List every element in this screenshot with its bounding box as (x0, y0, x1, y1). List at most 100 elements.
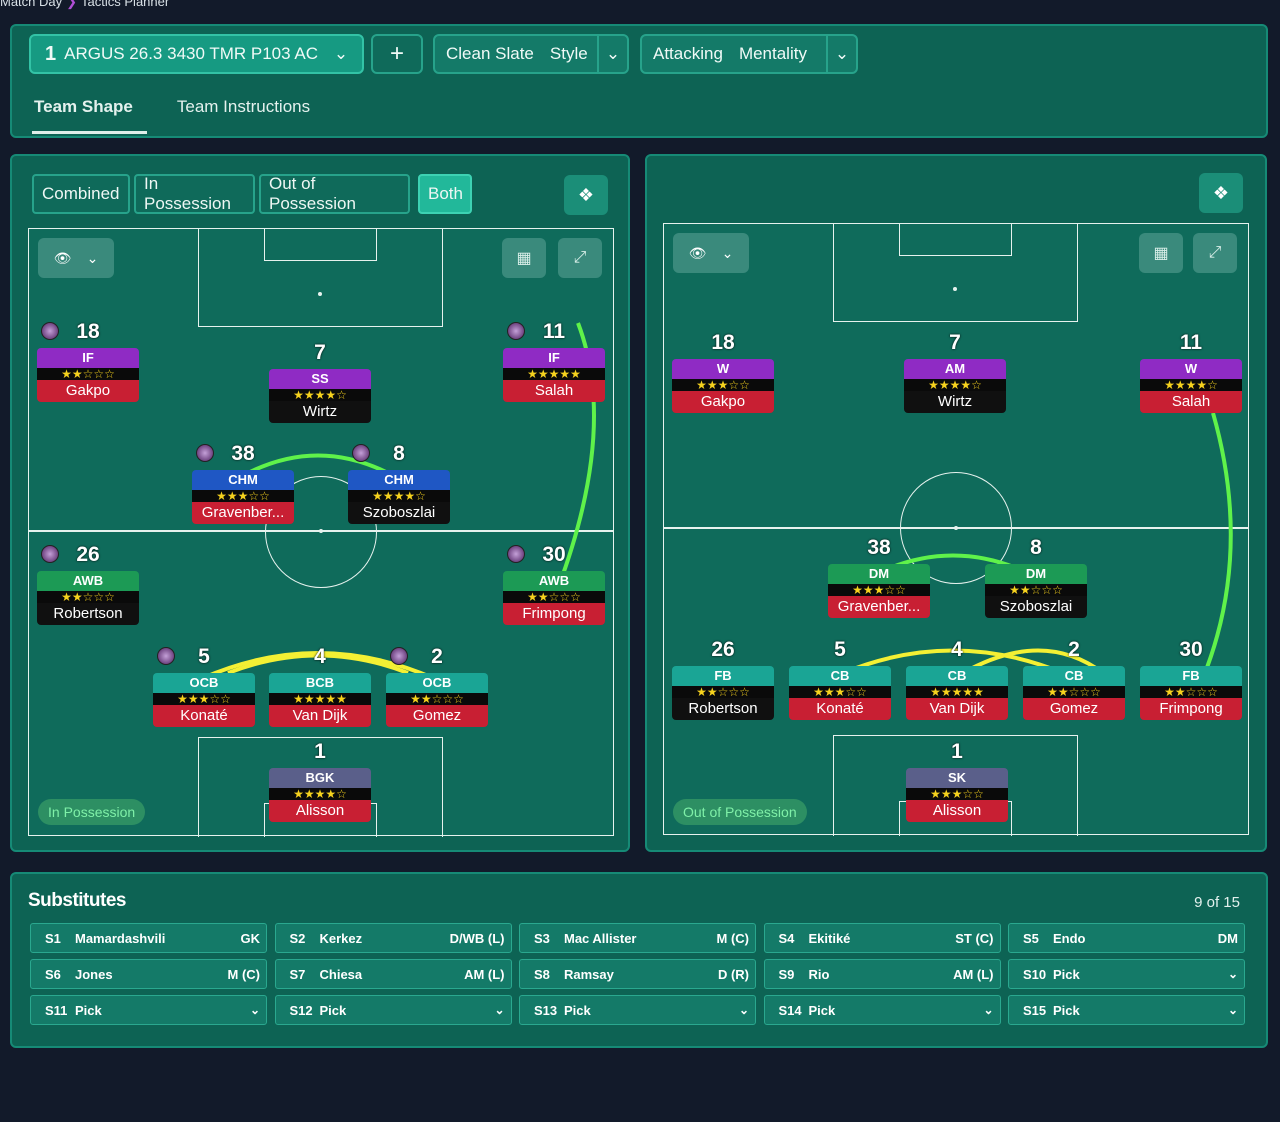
substitute-position: DM (1217, 930, 1238, 946)
substitute-slot[interactable]: S5 Endo DM (1008, 923, 1245, 953)
pick-placeholder: Pick (564, 1002, 591, 1018)
shirt-number: 5 (820, 634, 860, 664)
chevron-down-icon: ⌄ (721, 244, 734, 261)
player-card[interactable]: CB ★★★★★ Van Dijk (906, 666, 1008, 724)
eye-icon: 👁 (688, 244, 707, 261)
substitute-slot[interactable]: S12 Pick ⌄ (274, 995, 512, 1025)
substitute-slot[interactable]: S13 Pick ⌄ (519, 995, 756, 1025)
player-role: IF (37, 348, 139, 368)
chevron-down-icon: ⌄ (333, 44, 349, 63)
substitute-slot[interactable]: S10 Pick ⌄ (1008, 959, 1245, 989)
player-card[interactable]: AM ★★★★☆ Wirtz (904, 359, 1006, 417)
shirt-number: 5 (184, 641, 224, 671)
player-card[interactable]: DM ★★☆☆☆ Szoboszlai (985, 564, 1087, 622)
substitute-position: GK (240, 930, 261, 946)
substitute-slot[interactable]: S1 Mamardashvili GK (30, 923, 267, 953)
player-role: CB (789, 666, 891, 686)
substitute-position: AM (L) (464, 966, 505, 982)
substitute-slot[interactable]: S2 Kerkez D/WB (L) (274, 923, 512, 953)
shirt-number: 38 (859, 532, 899, 562)
pitch-in-possession: 👁 ⌄ ▦ ⤢ In Possession 18 IF ★★☆☆☆ Gakpo 7 SS ★★… (28, 228, 614, 837)
expand-icon[interactable]: ⤢ (558, 238, 602, 278)
shirt-number: 4 (300, 641, 340, 671)
tactic-select[interactable]: 1 ARGUS 26.3 3430 TMR P103 AC ⌄ (29, 34, 364, 74)
player-card[interactable]: FB ★★☆☆☆ Robertson (672, 666, 774, 724)
pick-placeholder: Pick (1053, 1002, 1080, 1018)
segment-in-possession[interactable]: In Possession (134, 174, 255, 214)
slot-number: S14 (778, 1002, 802, 1018)
player-card[interactable]: AWB ★★☆☆☆ Frimpong (503, 571, 605, 629)
substitute-position: ST (C) (955, 930, 994, 946)
slot-number: S9 (778, 966, 795, 982)
role-rating-stars: ★★☆☆☆ (386, 693, 488, 705)
style-select[interactable]: Clean Slate Style ⌄ (433, 34, 629, 74)
substitute-slot[interactable]: S15 Pick ⌄ (1008, 995, 1245, 1025)
tab-team-instructions[interactable]: Team Instructions (177, 92, 310, 134)
pitch-out-of-possession: 👁 ⌄ ▦ ⤢ Out of Possession 18 W ★★★☆☆ Gakpo 7 A… (663, 223, 1249, 836)
player-card[interactable]: W ★★★★☆ Salah (1140, 359, 1242, 417)
player-card[interactable]: CB ★★★☆☆ Konaté (789, 666, 891, 724)
shirt-number: 26 (68, 539, 108, 569)
add-tactic-button[interactable]: + (371, 34, 423, 74)
chevron-down-icon: ⌄ (826, 36, 856, 72)
expand-icon[interactable]: ⤢ (1193, 233, 1237, 273)
mentality-select[interactable]: Attacking Mentality ⌄ (640, 34, 858, 74)
substitute-position: AM (L) (953, 966, 994, 982)
player-role: CB (906, 666, 1008, 686)
substitute-name: Chiesa (319, 966, 363, 982)
eye-icon: 👁 (53, 249, 72, 266)
player-card[interactable]: CHM ★★★☆☆ Gravenber... (192, 470, 294, 528)
player-card[interactable]: CHM ★★★★☆ Szoboszlai (348, 470, 450, 528)
substitute-slot[interactable]: S6 Jones M (C) (30, 959, 267, 989)
shirt-number: 8 (1016, 532, 1056, 562)
substitute-name: Endo (1053, 930, 1086, 946)
substitute-slot[interactable]: S14 Pick ⌄ (763, 995, 1001, 1025)
slot-number: S8 (534, 966, 550, 982)
substitute-slot[interactable]: S11 Pick ⌄ (30, 995, 267, 1025)
player-role: CB (1023, 666, 1125, 686)
visibility-toggle[interactable]: 👁 ⌄ (673, 233, 749, 273)
segment-out-of-possession[interactable]: Out of Possession (259, 174, 410, 214)
shirt-number: 7 (935, 327, 975, 357)
segment-combined[interactable]: Combined (32, 174, 130, 214)
player-name: Van Dijk (269, 705, 371, 727)
substitute-slot[interactable]: S9 Rio AM (L) (763, 959, 1001, 989)
tactic-options-icon[interactable]: ❖ (564, 175, 608, 215)
player-card[interactable]: IF ★★★★★ Salah (503, 348, 605, 406)
player-card[interactable]: IF ★★☆☆☆ Gakpo (37, 348, 139, 406)
player-card[interactable]: CB ★★☆☆☆ Gomez (1023, 666, 1125, 724)
player-name: Wirtz (904, 391, 1006, 413)
role-rating-stars: ★★☆☆☆ (1023, 686, 1125, 698)
grid-icon[interactable]: ▦ (502, 238, 546, 278)
player-card[interactable]: OCB ★★☆☆☆ Gomez (386, 673, 488, 731)
player-card[interactable]: SK ★★★☆☆ Alisson (906, 768, 1008, 826)
role-rating-stars: ★★☆☆☆ (1140, 686, 1242, 698)
player-card[interactable]: AWB ★★☆☆☆ Robertson (37, 571, 139, 629)
breadcrumb-tactics-planner[interactable]: Tactics Planner (81, 0, 169, 9)
breadcrumb-match-day[interactable]: Match Day (0, 0, 62, 9)
player-card[interactable]: FB ★★☆☆☆ Frimpong (1140, 666, 1242, 724)
tactic-options-icon[interactable]: ❖ (1199, 173, 1243, 213)
tab-team-shape[interactable]: Team Shape (32, 92, 147, 134)
substitute-slot[interactable]: S8 Ramsay D (R) (519, 959, 756, 989)
shirt-number: 1 (300, 736, 340, 766)
player-card[interactable]: SS ★★★★☆ Wirtz (269, 369, 371, 427)
player-name: Gakpo (37, 380, 139, 402)
role-rating-stars: ★★☆☆☆ (37, 591, 139, 603)
substitute-slot[interactable]: S4 Ekitiké ST (C) (763, 923, 1001, 953)
visibility-toggle[interactable]: 👁 ⌄ (38, 238, 114, 278)
player-name: Gravenber... (192, 502, 294, 524)
grid-icon[interactable]: ▦ (1139, 233, 1183, 273)
player-role: CHM (192, 470, 294, 490)
player-card[interactable]: W ★★★☆☆ Gakpo (672, 359, 774, 417)
substitute-slot[interactable]: S7 Chiesa AM (L) (274, 959, 512, 989)
substitute-slot[interactable]: S3 Mac Allister M (C) (519, 923, 756, 953)
player-card[interactable]: BCB ★★★★★ Van Dijk (269, 673, 371, 731)
role-rating-stars: ★★☆☆☆ (37, 368, 139, 380)
trait-badge-icon (157, 647, 175, 665)
player-card[interactable]: DM ★★★☆☆ Gravenber... (828, 564, 930, 622)
segment-both[interactable]: Both (418, 174, 472, 214)
player-card[interactable]: BGK ★★★★☆ Alisson (269, 768, 371, 826)
player-card[interactable]: OCB ★★★☆☆ Konaté (153, 673, 255, 731)
slot-number: S2 (289, 930, 306, 946)
